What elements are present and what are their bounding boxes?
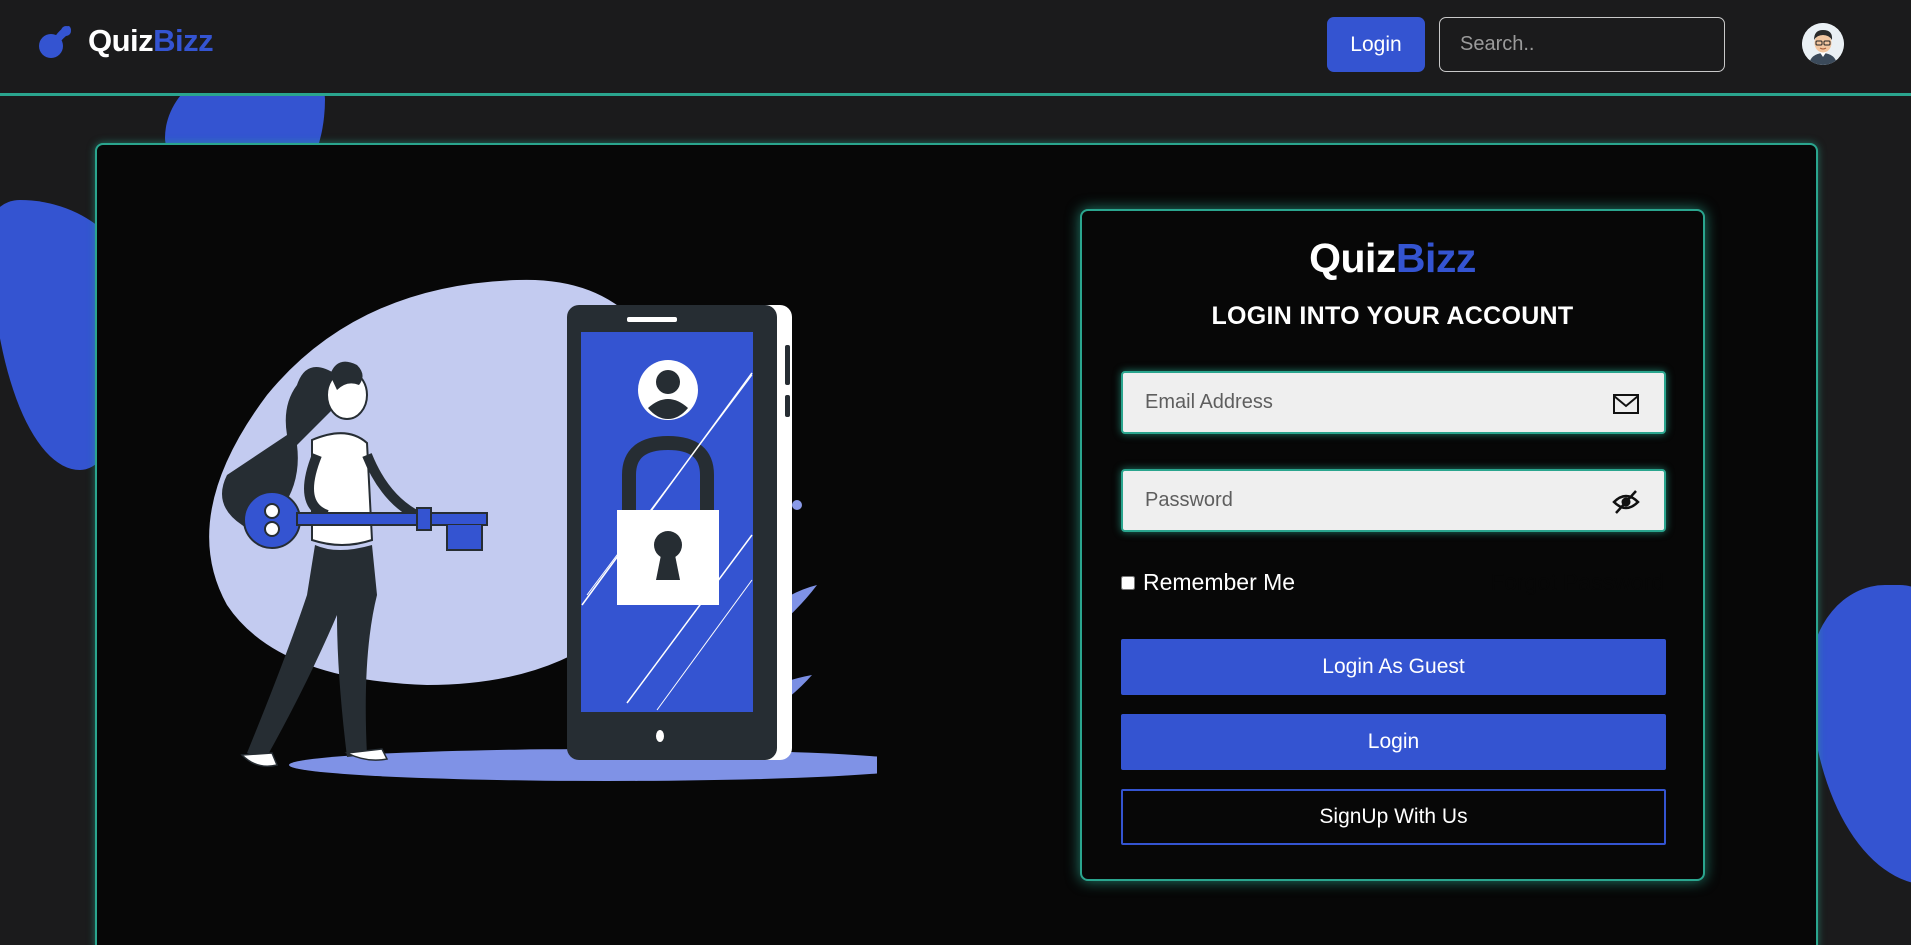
eye-slash-icon[interactable] [1612, 489, 1640, 515]
navbar: QuizBizz Login [0, 0, 1911, 96]
brand-link[interactable]: QuizBizz [36, 22, 214, 60]
user-avatar[interactable] [1802, 23, 1844, 65]
email-field-wrapper [1121, 371, 1666, 434]
login-card: QuizBizz LOGIN INTO YOUR ACCOUNT Remembe… [95, 143, 1818, 945]
panel-brand-part-2: Bizz [1395, 235, 1477, 281]
password-field-wrapper [1121, 469, 1666, 532]
decorative-blob-right [1810, 585, 1911, 885]
panel-brand-part-1: Quiz [1309, 235, 1396, 281]
search-input[interactable] [1439, 17, 1725, 72]
brand-name-part-1: Quiz [88, 23, 154, 58]
email-field[interactable] [1123, 373, 1664, 432]
login-button[interactable]: Login [1121, 714, 1666, 770]
password-field[interactable] [1123, 471, 1664, 530]
remember-me-checkbox[interactable] [1121, 575, 1135, 590]
brand-name-part-2: Bizz [153, 23, 214, 58]
panel-heading: LOGIN INTO YOUR ACCOUNT [1211, 302, 1574, 330]
forgot-password-link[interactable]: Forgot Password [1490, 569, 1664, 596]
login-panel: QuizBizz LOGIN INTO YOUR ACCOUNT Remembe… [1080, 209, 1705, 881]
key-shaft [296, 512, 488, 526]
key-bow [243, 491, 301, 549]
panel-brand: QuizBizz [1082, 235, 1703, 282]
login-as-guest-button[interactable]: Login As Guest [1121, 639, 1666, 695]
brand-name: QuizBizz [88, 23, 214, 59]
login-illustration [209, 279, 877, 781]
nav-login-button[interactable]: Login [1327, 17, 1425, 72]
envelope-icon [1613, 394, 1639, 414]
remember-me: Remember Me [1121, 569, 1295, 596]
signup-button[interactable]: SignUp With Us [1121, 789, 1666, 845]
quizbizz-logo-icon [39, 26, 71, 58]
remember-me-label: Remember Me [1143, 569, 1296, 595]
